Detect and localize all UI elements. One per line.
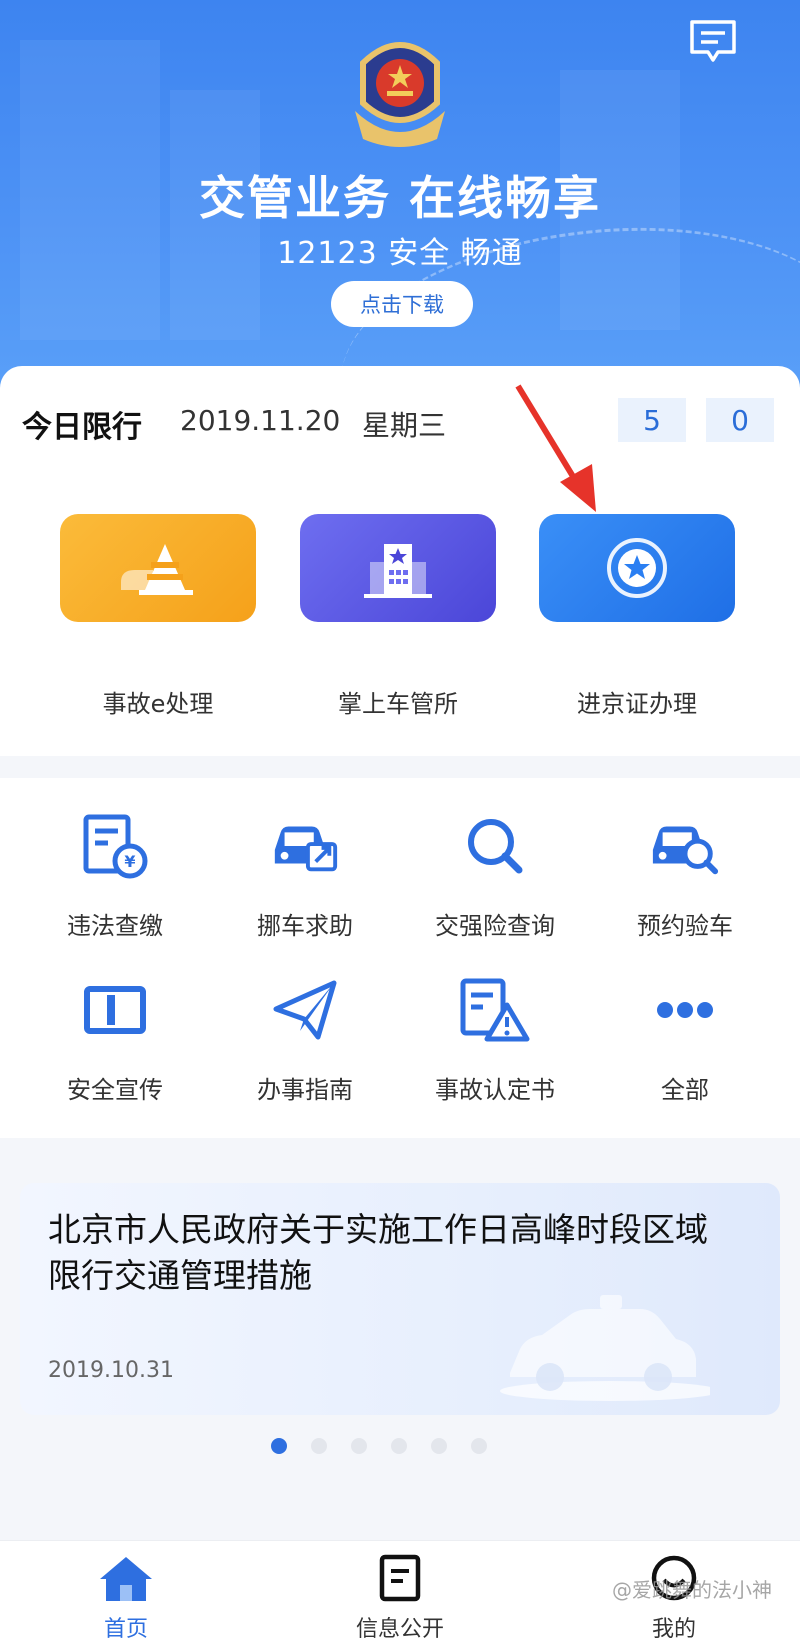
restriction-number-2: 0: [706, 398, 774, 442]
service-accident-report[interactable]: 事故认定书: [400, 974, 590, 1134]
warning-document-icon: [459, 974, 531, 1046]
restriction-date: 2019.11.20: [180, 404, 341, 437]
home-icon: [96, 1551, 156, 1605]
service-label: 交强险查询: [435, 912, 555, 940]
hero-title: 交管业务 在线畅享: [198, 171, 601, 225]
message-icon: [690, 20, 736, 62]
star-badge-icon: [607, 538, 667, 598]
main-card: 今日限行 2019.11.20 星期三 5 0 事故e处理 掌上车管所 进京证办…: [0, 366, 800, 756]
red-arrow-annotation: [515, 384, 596, 512]
carousel-dot[interactable]: [351, 1438, 367, 1454]
carousel-dot[interactable]: [471, 1438, 487, 1454]
service-violation-payment[interactable]: ¥ 违法查缴: [20, 810, 210, 970]
service-label: 事故认定书: [435, 1076, 555, 1104]
tab-home[interactable]: 首页: [46, 1551, 206, 1642]
fine-document-icon: ¥: [79, 810, 151, 882]
tab-label: 我的: [651, 1617, 696, 1642]
paper-plane-icon: [269, 974, 341, 1046]
service-label: 办事指南: [257, 1076, 353, 1104]
feature-tile[interactable]: [300, 514, 496, 622]
service-label: 挪车求助: [257, 912, 353, 940]
svg-text:¥: ¥: [124, 852, 135, 871]
download-button[interactable]: 点击下载: [331, 281, 473, 327]
carousel-dot[interactable]: [311, 1438, 327, 1454]
service-guide[interactable]: 办事指南: [210, 974, 400, 1134]
service-label: 违法查缴: [67, 912, 163, 940]
service-label: 安全宣传: [67, 1076, 163, 1104]
tab-information[interactable]: 信息公开: [320, 1551, 480, 1642]
service-label: 全部: [661, 1076, 709, 1104]
carousel-dot[interactable]: [271, 1438, 287, 1454]
book-icon: [79, 974, 151, 1046]
carousel-dots: [0, 1438, 800, 1458]
restriction-weekday: 星期三: [362, 409, 447, 442]
tab-label: 信息公开: [355, 1617, 444, 1642]
hero-banner: 交管业务 在线畅享 12123 安全 畅通 点击下载: [0, 0, 800, 400]
news-date: 2019.10.31: [48, 1358, 174, 1383]
hero-subtitle: 12123 安全 畅通: [277, 236, 523, 271]
police-emblem-icon: [345, 33, 455, 149]
feature-label: 事故e处理: [102, 690, 214, 718]
feature-accident-handling[interactable]: 事故e处理: [60, 514, 256, 718]
building-icon: [364, 544, 432, 598]
news-title[interactable]: 北京市人民政府关于实施工作日高峰时段区域限行交通管理措施: [48, 1207, 738, 1299]
car-inspect-icon: [649, 810, 721, 882]
feature-label: 进京证办理: [577, 690, 697, 718]
service-grid: ¥ 违法查缴 挪车求助 交强险查询 预约验车 安全宣传 办事指南 事故认定书 全…: [0, 778, 800, 1138]
feature-tile[interactable]: [60, 514, 256, 622]
service-inspection-booking[interactable]: 预约验车: [590, 810, 780, 970]
more-dots-icon: [649, 974, 721, 1046]
message-button[interactable]: [688, 18, 738, 66]
carousel-dot[interactable]: [391, 1438, 407, 1454]
feature-vehicle-office[interactable]: 掌上车管所: [300, 514, 496, 718]
tab-label: 首页: [103, 1617, 148, 1642]
restriction-label: 今日限行: [22, 410, 142, 445]
search-icon: [459, 810, 531, 882]
service-all[interactable]: 全部: [590, 974, 780, 1134]
service-move-car[interactable]: 挪车求助: [210, 810, 400, 970]
traffic-cone-icon: [121, 544, 193, 595]
feature-tile[interactable]: [539, 514, 735, 622]
feature-label: 掌上车管所: [338, 690, 458, 718]
service-label: 预约验车: [637, 912, 733, 940]
document-icon: [370, 1551, 430, 1605]
restriction-number-1: 5: [618, 398, 686, 442]
news-banner[interactable]: 北京市人民政府关于实施工作日高峰时段区域限行交通管理措施 2019.10.31: [20, 1183, 780, 1415]
car-move-icon: [269, 810, 341, 882]
service-safety-promotion[interactable]: 安全宣传: [20, 974, 210, 1134]
service-insurance-query[interactable]: 交强险查询: [400, 810, 590, 970]
carousel-dot[interactable]: [431, 1438, 447, 1454]
car-illustration: [500, 1295, 710, 1401]
watermark: @爱跳舞的法小神: [612, 1578, 772, 1602]
feature-beijing-permit[interactable]: 进京证办理: [539, 514, 735, 718]
